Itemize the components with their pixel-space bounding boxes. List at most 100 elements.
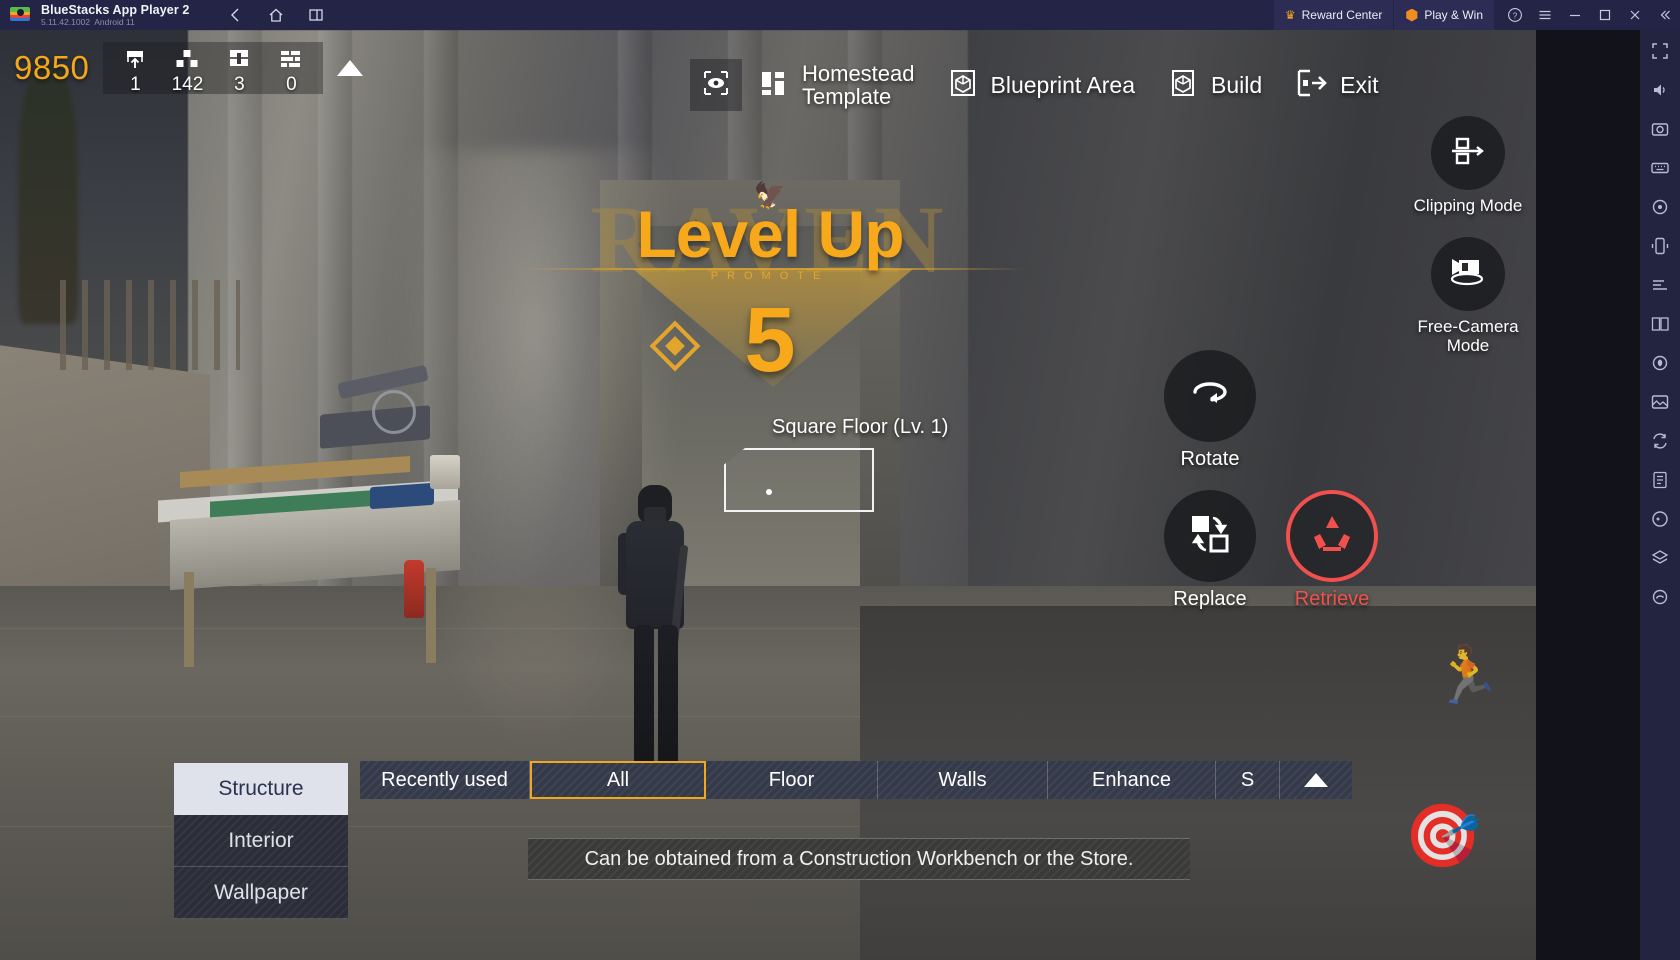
app-version: 5.11.42.1002 Android 11 (41, 17, 135, 27)
resource-wallpaper[interactable]: 0 (265, 42, 317, 94)
blueprint-area-button[interactable]: Blueprint Area (931, 54, 1151, 116)
category-wallpaper[interactable]: Wallpaper (174, 867, 348, 919)
tab-all[interactable]: All (530, 761, 706, 799)
free-camera-mode-tool[interactable]: Free-Camera Mode (1417, 237, 1519, 355)
back-icon[interactable] (227, 6, 245, 24)
tab-floor[interactable]: Floor (706, 761, 878, 799)
category-structure[interactable]: Structure (174, 763, 348, 815)
collapse-sidebar-button[interactable] (1650, 0, 1680, 30)
tab-walls[interactable]: Walls (878, 761, 1048, 799)
jump-action-icon[interactable]: 🏃 (1432, 642, 1502, 708)
wallpaper-icon (278, 48, 304, 74)
tab-label: Recently used (381, 768, 508, 791)
category-interior[interactable]: Interior (174, 815, 348, 867)
replace-tool[interactable]: Replace (1164, 490, 1256, 610)
build-cube-icon (1167, 67, 1199, 104)
game-viewport[interactable]: 9850 1 142 3 0 Homestead Template Bluepr… (0, 30, 1536, 960)
tab-label: Enhance (1092, 768, 1171, 791)
preview-toggle-button[interactable] (690, 59, 742, 111)
hexagon-icon (1406, 8, 1418, 22)
multi-instance-icon[interactable] (307, 6, 325, 24)
bluestacks-logo (10, 5, 30, 25)
keymapping-icon[interactable] (1647, 155, 1673, 181)
item-tooltip: Can be obtained from a Construction Work… (528, 838, 1190, 880)
fullscreen-icon[interactable] (1647, 38, 1673, 64)
location-icon[interactable] (1647, 194, 1673, 220)
build-category-list: Structure Interior Wallpaper (174, 763, 348, 919)
resource-value: 142 (171, 74, 204, 95)
close-button[interactable] (1620, 0, 1650, 30)
gate-upgrade-icon (122, 48, 148, 74)
crouch-action-icon[interactable]: 🎯 (1404, 800, 1481, 873)
retrieve-label: Retrieve (1294, 588, 1370, 611)
scene-fire-extinguisher (404, 560, 424, 618)
homestead-template-button[interactable]: Homestead Template (742, 54, 931, 116)
replace-button[interactable] (1164, 490, 1256, 583)
tab-label: All (606, 768, 630, 791)
maximize-button[interactable] (1590, 0, 1620, 30)
camera-orbit-icon (1447, 252, 1489, 297)
tab-collapse-button[interactable] (1280, 761, 1352, 799)
minimize-button[interactable] (1560, 0, 1590, 30)
hud-expand-button[interactable] (323, 42, 377, 94)
build-button[interactable]: Build (1151, 54, 1278, 116)
rotate-button[interactable] (1164, 350, 1256, 442)
structure-blocks-icon (174, 48, 200, 74)
replace-icon (1184, 508, 1236, 565)
furniture-icon (226, 48, 252, 74)
build-topbar: Homestead Template Blueprint Area Build … (690, 54, 1395, 116)
currency-amount: 9850 (14, 49, 90, 86)
bluestacks-sidebar (1640, 30, 1680, 960)
eco-mode-icon[interactable] (1647, 350, 1673, 376)
hamburger-menu-icon[interactable] (1530, 0, 1560, 30)
category-label: Structure (218, 777, 304, 800)
tab-label: Walls (938, 768, 987, 791)
volume-icon[interactable] (1647, 77, 1673, 103)
hud-resource-bar: 9850 1 142 3 0 (0, 38, 377, 98)
clipping-mode-label: Clipping Mode (1413, 196, 1523, 215)
media-manager-icon[interactable] (1647, 389, 1673, 415)
free-camera-mode-button[interactable] (1431, 237, 1505, 312)
level-up-number: 5 (744, 289, 796, 391)
resource-furniture[interactable]: 3 (213, 42, 265, 94)
exit-button[interactable]: Exit (1278, 54, 1394, 116)
placement-item-label: Square Floor (Lv. 1) (772, 416, 949, 438)
resource-gate-upgrade[interactable]: 1 (109, 42, 161, 94)
shake-icon[interactable] (1647, 233, 1673, 259)
bluestacks-titlebar: BlueStacks App Player 2 5.11.42.1002 And… (0, 0, 1680, 30)
placement-ghost-outline[interactable] (724, 448, 874, 512)
scene-saw-machine (320, 360, 440, 460)
exit-label: Exit (1340, 71, 1379, 98)
build-label: Build (1211, 71, 1263, 98)
screenshot-icon[interactable] (1647, 116, 1673, 142)
rotate-screen-icon[interactable] (1647, 428, 1673, 454)
rotate-label: Rotate (1180, 448, 1240, 470)
retrieve-button[interactable] (1286, 490, 1378, 583)
scene-paint-can (430, 455, 460, 489)
layers-icon[interactable] (1647, 545, 1673, 571)
build-tab-bar: Recently used All Floor Walls Enhance S (360, 761, 1352, 799)
camera-tools: Clipping Mode Free-Camera Mode (1408, 116, 1528, 355)
window-controls: ? (1500, 0, 1680, 30)
settings-icon[interactable] (1647, 584, 1673, 610)
level-up-title: Level Up (636, 197, 904, 271)
clipping-mode-tool[interactable]: Clipping Mode (1413, 116, 1523, 215)
triangle-up-icon (337, 60, 364, 76)
tab-partial[interactable]: S (1216, 761, 1280, 799)
retrieve-tool[interactable]: Retrieve (1286, 490, 1378, 610)
reward-center-button[interactable]: ♛ Reward Center (1273, 0, 1394, 30)
play-and-win-button[interactable]: Play & Win (1393, 0, 1494, 30)
reward-center-label: Reward Center (1301, 8, 1383, 22)
home-icon[interactable] (267, 6, 285, 24)
resource-counters: 1 142 3 0 (103, 42, 324, 94)
help-icon[interactable]: ? (1500, 0, 1530, 30)
tab-enhance[interactable]: Enhance (1048, 761, 1216, 799)
macro-icon[interactable] (1647, 272, 1673, 298)
resource-structure-blocks[interactable]: 142 (161, 42, 213, 94)
clipping-mode-button[interactable] (1431, 116, 1505, 190)
tab-recently-used[interactable]: Recently used (360, 761, 530, 799)
script-icon[interactable] (1647, 467, 1673, 493)
rotate-tool[interactable]: Rotate (1164, 350, 1256, 470)
multi-instance-sync-icon[interactable] (1647, 311, 1673, 337)
gamepad-icon[interactable] (1647, 506, 1673, 532)
